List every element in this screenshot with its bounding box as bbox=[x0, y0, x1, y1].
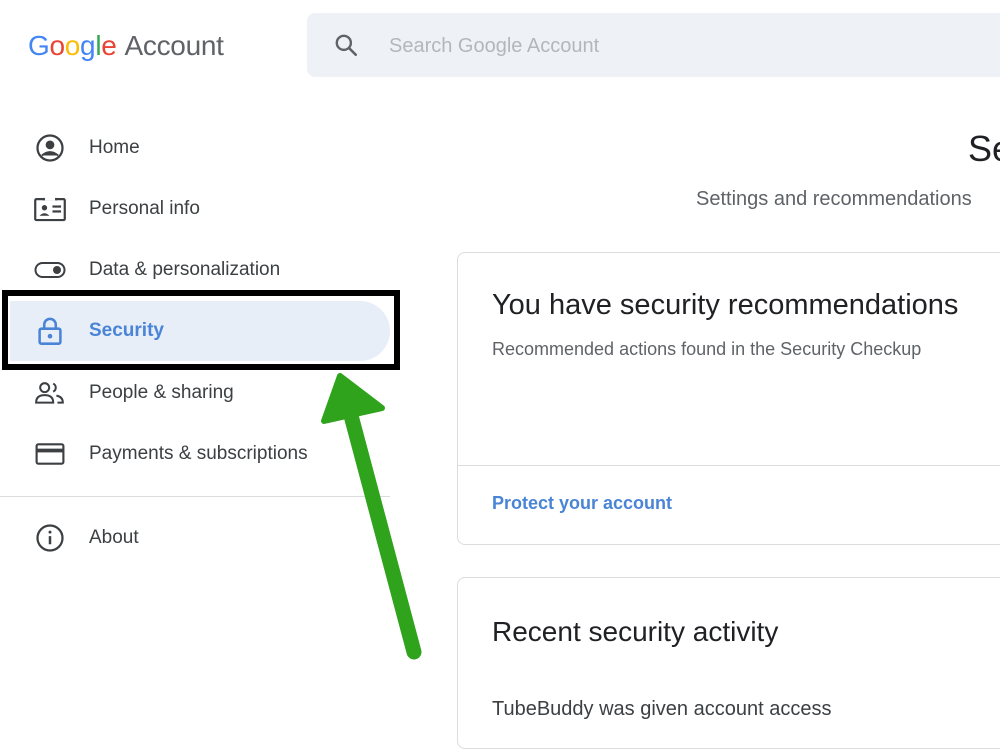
sidebar-item-people-sharing[interactable]: People & sharing bbox=[0, 363, 390, 423]
sidebar-item-label: Payments & subscriptions bbox=[89, 443, 308, 464]
page-title: Se bbox=[968, 128, 1000, 169]
sidebar-item-about[interactable]: About bbox=[0, 508, 390, 568]
info-icon bbox=[34, 522, 66, 554]
google-account-logo[interactable]: Google Account bbox=[28, 26, 224, 66]
sidebar-divider bbox=[0, 496, 390, 497]
toggle-icon bbox=[34, 254, 66, 286]
sidebar-item-personal-info[interactable]: Personal info bbox=[0, 179, 390, 239]
page-subtitle: Settings and recommendations bbox=[696, 188, 972, 210]
credit-card-icon bbox=[34, 438, 66, 470]
activity-item[interactable]: TubeBuddy was given account access bbox=[492, 698, 831, 721]
logo-account-text: Account bbox=[124, 30, 224, 61]
search-input[interactable] bbox=[387, 13, 991, 79]
sidebar-item-label: Data & personalization bbox=[89, 259, 281, 280]
protect-account-link[interactable]: Protect your account bbox=[492, 493, 672, 514]
card-title: You have security recommendations bbox=[492, 289, 959, 321]
card-description: Recommended actions found in the Securit… bbox=[492, 339, 922, 359]
card-divider bbox=[458, 465, 1000, 466]
account-circle-icon bbox=[34, 132, 66, 164]
annotation-highlight-box bbox=[2, 290, 400, 370]
sidebar-item-label: Personal info bbox=[89, 198, 200, 219]
sidebar-item-label: Home bbox=[89, 137, 140, 158]
sidebar-item-label: About bbox=[89, 527, 139, 548]
id-card-icon bbox=[34, 193, 66, 225]
recent-security-activity-card[interactable]: Recent security activity TubeBuddy was g… bbox=[457, 577, 1000, 749]
search-bar[interactable] bbox=[307, 13, 1000, 79]
sidebar-item-home[interactable]: Home bbox=[0, 118, 390, 178]
sidebar-item-payments-subscriptions[interactable]: Payments & subscriptions bbox=[0, 424, 390, 484]
search-icon[interactable] bbox=[333, 32, 359, 58]
people-icon bbox=[34, 377, 66, 409]
card-title: Recent security activity bbox=[492, 616, 779, 647]
sidebar-item-label: People & sharing bbox=[89, 382, 234, 403]
security-recommendations-card[interactable]: You have security recommendations Recomm… bbox=[457, 252, 1000, 545]
